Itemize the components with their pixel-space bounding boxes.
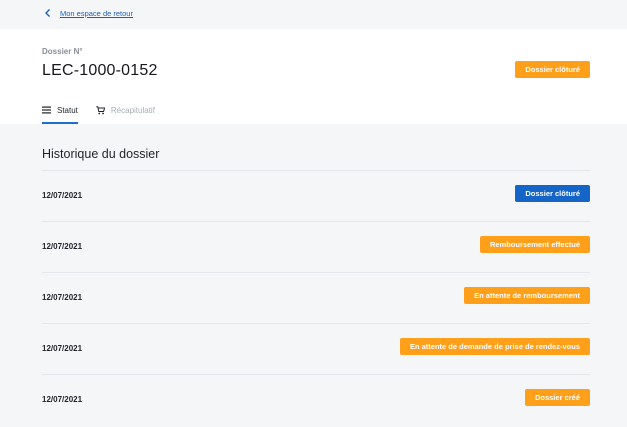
dossier-number: LEC-1000-0152 [42,62,158,79]
history-status-badge: En attente de remboursement [464,287,590,304]
dossier-header: Dossier N° LEC-1000-0152 Dossier clôturé… [0,29,627,124]
tab-statut-label: Statut [57,105,78,115]
history-date: 12/07/2021 [42,242,83,251]
tab-bar: Statut Récapitulatif [42,96,155,124]
cart-icon [96,105,105,114]
history-status-badge: Dossier créé [524,389,590,406]
history-title: Historique du dossier [42,147,160,161]
history-status-badge: Dossier clôturé [515,185,590,202]
history-date: 12/07/2021 [42,344,83,353]
history-row: 12/07/2021 Dossier créé [42,374,590,425]
history-list: 12/07/2021 Dossier clôturé 12/07/2021 Re… [42,170,590,425]
history-date: 12/07/2021 [42,191,83,200]
back-link[interactable]: Mon espace de retour [44,8,133,18]
history-row: 12/07/2021 Dossier clôturé [42,170,590,221]
tab-recapitulatif[interactable]: Récapitulatif [96,96,155,124]
history-date: 12/07/2021 [42,395,83,404]
dossier-status-badge: Dossier clôturé [515,61,590,78]
history-status-badge: Remboursement effectué [479,236,590,253]
tab-recapitulatif-label: Récapitulatif [110,105,155,115]
dossier-label: Dossier N° [42,47,83,56]
history-date: 12/07/2021 [42,293,83,302]
chevron-left-icon [45,9,50,17]
top-bar: Mon espace de retour [0,0,627,29]
back-link-label: Mon espace de retour [60,8,133,18]
history-row: 12/07/2021 En attente de demande de pris… [42,323,590,374]
history-row: 12/07/2021 Remboursement effectué [42,221,590,272]
menu-icon [42,106,51,114]
history-status-badge: En attente de demande de prise de rendez… [399,338,590,355]
history-row: 12/07/2021 En attente de remboursement [42,272,590,323]
tab-statut[interactable]: Statut [42,96,78,124]
